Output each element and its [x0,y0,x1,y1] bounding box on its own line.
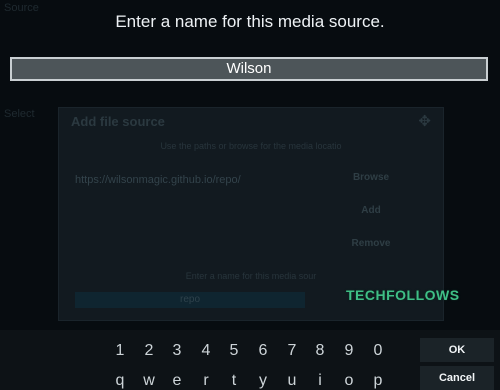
cancel-button[interactable]: Cancel [420,366,494,390]
key-q[interactable]: q [111,372,129,390]
media-source-name-input[interactable]: Wilson [10,57,488,81]
key-y[interactable]: y [254,372,272,390]
path-hint: Use the paths or browse for the media lo… [160,141,342,151]
techfollows-watermark: TECHFOLLOWS [346,287,460,303]
path-value: https://wilsonmagic.github.io/repo/ [75,174,241,186]
ok-button[interactable]: OK [420,338,494,362]
key-i[interactable]: i [311,372,329,390]
key-0[interactable]: 0 [369,342,387,360]
key-5[interactable]: 5 [225,342,243,360]
key-w[interactable]: w [140,372,158,390]
key-7[interactable]: 7 [283,342,301,360]
dialog-title: Add file source [71,114,165,129]
key-p[interactable]: p [369,372,387,390]
browse-button[interactable]: Browse [341,166,401,190]
on-screen-keyboard: 1 2 3 4 5 6 7 8 9 0 q w e r t y u i o p … [0,330,500,390]
name-hint: Enter a name for this media sour [185,271,317,281]
key-3[interactable]: 3 [168,342,186,360]
key-t[interactable]: t [225,372,243,390]
kodi-logo-icon: ✥ [418,113,431,130]
media-source-name-field[interactable]: repo [75,292,305,308]
key-8[interactable]: 8 [311,342,329,360]
key-o[interactable]: o [340,372,358,390]
key-e[interactable]: e [168,372,186,390]
key-1[interactable]: 1 [111,342,129,360]
key-2[interactable]: 2 [140,342,158,360]
remove-button[interactable]: Remove [341,232,401,256]
background-select-label: Select [4,108,35,120]
key-u[interactable]: u [283,372,301,390]
key-9[interactable]: 9 [340,342,358,360]
prompt-title: Enter a name for this media source. [115,12,385,31]
key-4[interactable]: 4 [197,342,215,360]
add-button[interactable]: Add [341,199,401,223]
key-6[interactable]: 6 [254,342,272,360]
key-r[interactable]: r [197,372,215,390]
